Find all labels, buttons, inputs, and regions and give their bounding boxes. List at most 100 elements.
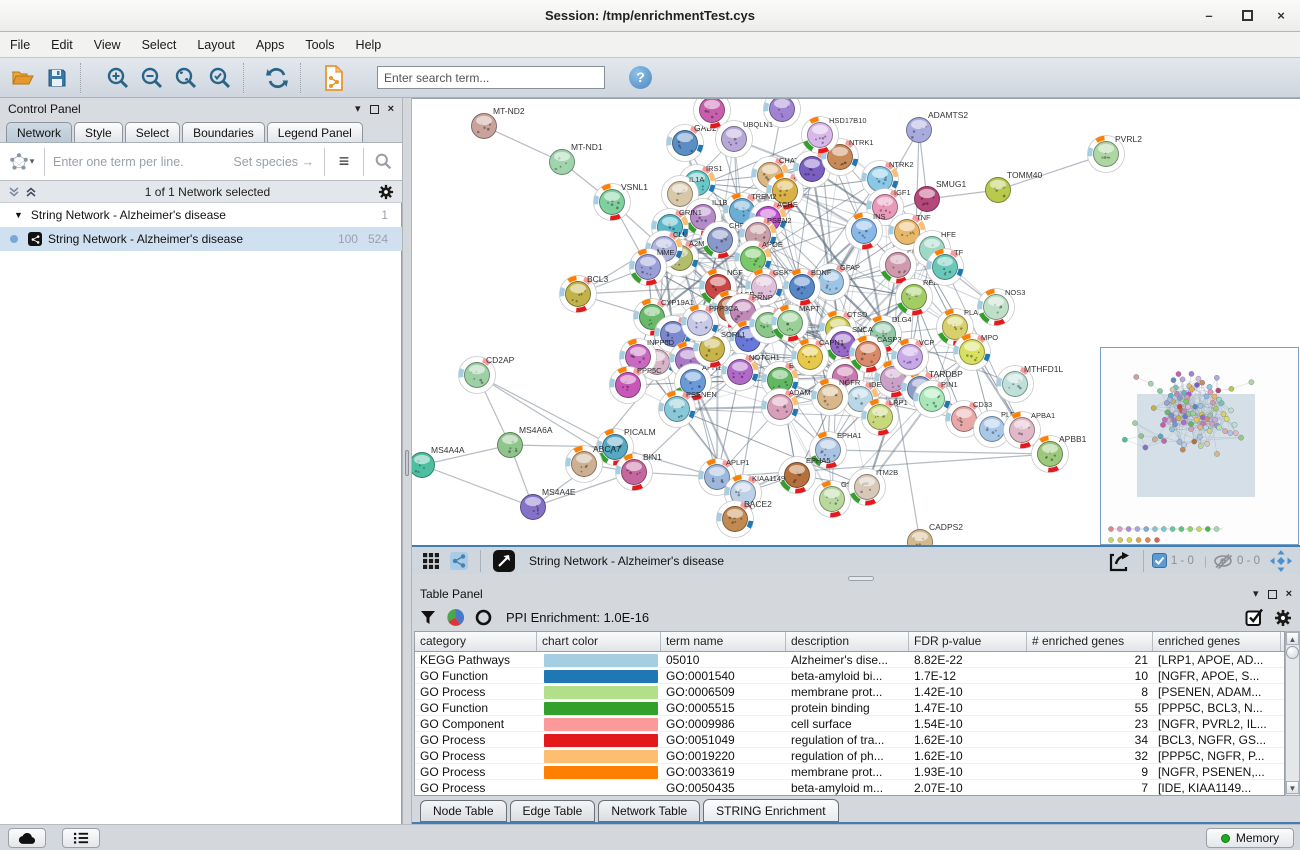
- enrichment-row[interactable]: GO ProcessGO:0019220regulation of ph...1…: [415, 748, 1284, 764]
- tab-select[interactable]: Select: [125, 122, 180, 142]
- menu-item-help[interactable]: Help: [356, 38, 382, 52]
- network-node-TOMM40[interactable]: TOMM40: [986, 170, 1043, 203]
- menu-item-tools[interactable]: Tools: [305, 38, 334, 52]
- enrichment-row[interactable]: GO ProcessGO:0006509membrane prot...1.42…: [415, 684, 1284, 700]
- column-header--enriched-genes[interactable]: # enriched genes: [1027, 632, 1153, 651]
- minimize-button[interactable]: –: [1196, 8, 1222, 24]
- network-node-MS4A4E[interactable]: MS4A4E: [521, 487, 576, 520]
- search-input[interactable]: [377, 66, 605, 89]
- tab-network[interactable]: Network: [6, 122, 72, 142]
- select-all-checkbox-icon[interactable]: [1245, 608, 1264, 627]
- network-node-CD2AP[interactable]: CD2AP: [459, 355, 515, 394]
- panel-menu-icon[interactable]: ▾: [1253, 589, 1259, 600]
- menu-item-view[interactable]: View: [94, 38, 121, 52]
- network-node-VCP[interactable]: VCP: [892, 338, 935, 376]
- collapse-all-icon[interactable]: [8, 186, 20, 198]
- column-header-FDR-p-value[interactable]: FDR p-value: [909, 632, 1027, 651]
- menu-item-select[interactable]: Select: [142, 38, 177, 52]
- network-node-APBB1[interactable]: APBB1: [1032, 434, 1087, 473]
- enrichment-row[interactable]: GO ComponentGO:0009986cell surface1.54E-…: [415, 716, 1284, 732]
- horizontal-splitter[interactable]: [412, 574, 1300, 584]
- table-tab-node-table[interactable]: Node Table: [420, 800, 507, 822]
- network-node-ITM2B[interactable]: ITM2B: [849, 468, 899, 506]
- column-header-chart-color[interactable]: chart color: [537, 632, 661, 651]
- navigator-toggle-button[interactable]: [1264, 545, 1298, 577]
- network-node-BACE2[interactable]: BACE2: [717, 499, 773, 538]
- network-node-MTHFD1L[interactable]: MTHFD1L: [997, 364, 1064, 403]
- network-node-MT-ND1[interactable]: MT-ND1: [550, 142, 603, 175]
- column-header-description[interactable]: description: [786, 632, 909, 651]
- panel-menu-icon[interactable]: ▾: [355, 104, 361, 115]
- save-session-button[interactable]: [40, 62, 74, 94]
- help-button[interactable]: ?: [629, 66, 652, 89]
- table-tab-network-table[interactable]: Network Table: [598, 800, 700, 822]
- scroll-down-arrow[interactable]: ▼: [1286, 781, 1299, 794]
- network-node-NOS3[interactable]: NOS3: [978, 288, 1026, 326]
- column-header-category[interactable]: category: [415, 632, 537, 651]
- network-node-UBQLN1[interactable]: UBQLN1: [716, 120, 774, 158]
- task-history-button[interactable]: [62, 828, 100, 848]
- birds-eye-view[interactable]: [1100, 347, 1299, 545]
- zoom-out-button[interactable]: [135, 62, 169, 94]
- network-node-MS4A6A[interactable]: MS4A6A: [498, 425, 553, 458]
- scroll-thumb[interactable]: [1286, 646, 1299, 659]
- enrichment-row[interactable]: KEGG Pathways05010Alzheimer's dise...8.8…: [415, 652, 1284, 668]
- horizontal-splitter-grip[interactable]: [848, 576, 874, 581]
- string-source-selector[interactable]: ▾: [0, 153, 44, 171]
- network-node-ADAMTS2[interactable]: ADAMTS2: [907, 110, 969, 143]
- table-scrollbar[interactable]: ▲ ▼: [1285, 631, 1300, 796]
- tab-boundaries[interactable]: Boundaries: [182, 122, 265, 142]
- filter-icon[interactable]: [420, 610, 436, 625]
- refresh-layout-button[interactable]: [260, 62, 294, 94]
- close-panel-icon[interactable]: ×: [1286, 589, 1292, 600]
- expand-all-icon[interactable]: [25, 186, 37, 198]
- enrichment-row[interactable]: GO FunctionGO:0005515protein binding1.47…: [415, 700, 1284, 716]
- zoom-in-button[interactable]: [101, 62, 135, 94]
- network-from-file-button[interactable]: [317, 62, 351, 94]
- gear-icon[interactable]: [378, 184, 394, 200]
- export-network-button[interactable]: [1103, 545, 1135, 577]
- table-tab-edge-table[interactable]: Edge Table: [510, 800, 596, 822]
- column-header-enriched-genes[interactable]: enriched genes: [1153, 632, 1281, 651]
- memory-button[interactable]: Memory: [1206, 828, 1294, 848]
- network-node-PVRL2[interactable]: PVRL2: [1088, 134, 1143, 173]
- collection-row[interactable]: ▼ String Network - Alzheimer's disease 1: [0, 203, 402, 227]
- float-panel-icon[interactable]: [370, 105, 379, 114]
- network-node-INS[interactable]: INS: [846, 212, 886, 250]
- grid-mode-button[interactable]: [416, 545, 446, 577]
- string-view-button[interactable]: [446, 545, 472, 577]
- menu-item-apps[interactable]: Apps: [256, 38, 285, 52]
- menu-item-edit[interactable]: Edit: [51, 38, 73, 52]
- network-node-MT-ND2[interactable]: MT-ND2: [472, 106, 525, 139]
- annotation-mode-button[interactable]: [489, 545, 519, 577]
- network-node-RELN[interactable]: RELN: [896, 278, 944, 316]
- tab-legend-panel[interactable]: Legend Panel: [267, 122, 363, 142]
- panel-splitter[interactable]: [402, 98, 412, 824]
- collapse-triangle-icon[interactable]: ▼: [14, 210, 23, 220]
- network-node-GAB2[interactable]: GAB2: [667, 123, 717, 162]
- term-query-input[interactable]: [53, 155, 233, 169]
- table-tab-string-enrichment[interactable]: STRING Enrichment: [703, 799, 838, 822]
- column-header-term-name[interactable]: term name: [661, 632, 786, 651]
- network-node-ADAM10[interactable]: ADAM10: [762, 388, 820, 426]
- network-node-TF[interactable]: TF: [927, 248, 964, 286]
- string-search-button[interactable]: [364, 153, 402, 170]
- maximize-button[interactable]: [1242, 10, 1253, 21]
- zoom-selected-button[interactable]: [203, 62, 237, 94]
- network-canvas[interactable]: MT-ND2MT-ND1VSNL1GAB2NME8ZCWPW1ADAMTS2PV…: [412, 98, 1300, 545]
- menu-item-file[interactable]: File: [10, 38, 30, 52]
- network-node-VSNL1[interactable]: VSNL1: [594, 182, 649, 221]
- search-options-button[interactable]: ≡: [325, 151, 363, 172]
- open-session-button[interactable]: [6, 62, 40, 94]
- float-panel-icon[interactable]: [1268, 590, 1277, 599]
- network-node-BIN1[interactable]: BIN1: [616, 452, 663, 491]
- enrichment-row[interactable]: GO ProcessGO:0033619membrane prot...1.93…: [415, 764, 1284, 780]
- close-panel-icon[interactable]: ×: [388, 104, 394, 115]
- scroll-up-arrow[interactable]: ▲: [1286, 632, 1299, 645]
- close-button[interactable]: ×: [1268, 8, 1294, 24]
- gear-icon[interactable]: [1274, 609, 1292, 627]
- tab-style[interactable]: Style: [74, 122, 123, 142]
- cloud-tasks-button[interactable]: [8, 828, 46, 848]
- enrichment-row[interactable]: GO ProcessGO:0051049regulation of tra...…: [415, 732, 1284, 748]
- zoom-fit-button[interactable]: [169, 62, 203, 94]
